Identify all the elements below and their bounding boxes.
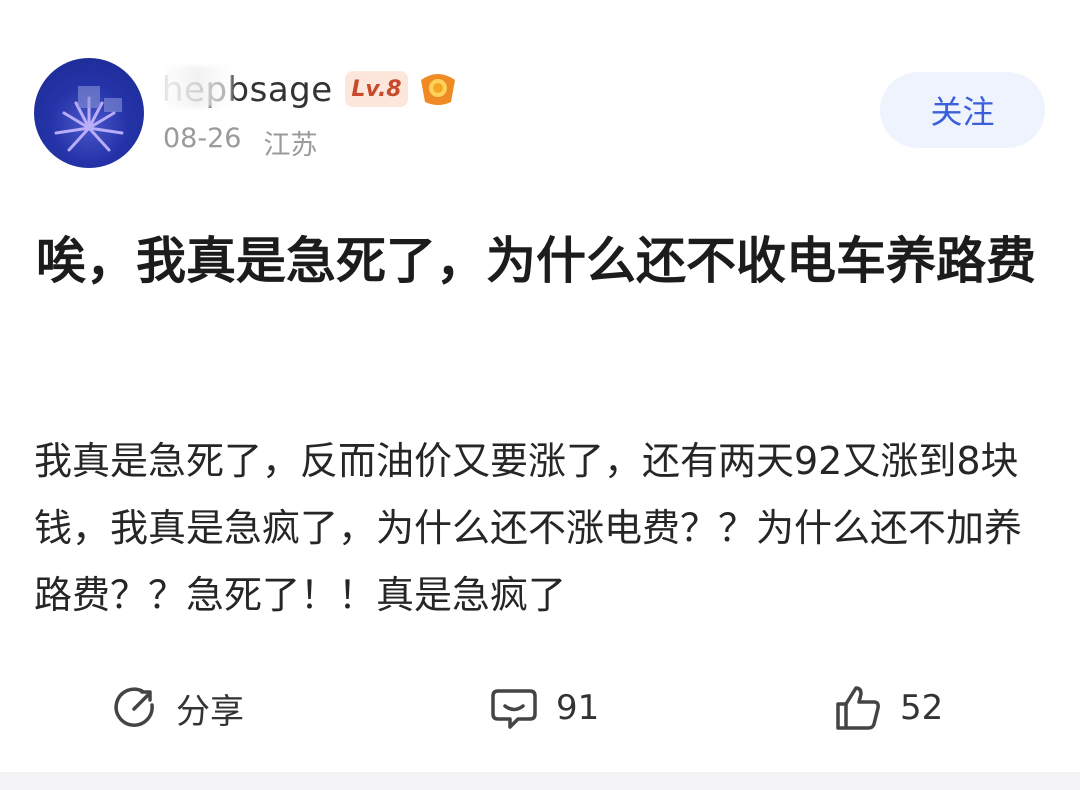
name-redaction	[162, 66, 232, 108]
avatar[interactable]	[34, 58, 144, 168]
level-badge: Lv.8	[345, 71, 408, 107]
bottom-divider	[0, 772, 1080, 790]
post-body: 我真是急死了，反而油价又要涨了，还有两天92又涨到8块钱，我真是急疯了，为什么还…	[34, 439, 1023, 617]
comment-button[interactable]: 91	[490, 676, 599, 740]
thumbs-up-icon	[836, 686, 880, 730]
post-date: 08-26	[163, 123, 242, 154]
medal-icon	[417, 70, 459, 112]
post-meta: 08-26 江苏	[163, 123, 317, 162]
action-bar: 分享 91 52	[0, 676, 1080, 740]
share-button[interactable]: 分享	[112, 676, 244, 740]
like-button[interactable]: 52	[834, 676, 943, 740]
like-count: 52	[900, 688, 944, 728]
firework-icon	[54, 86, 124, 152]
share-label: 分享	[176, 691, 244, 732]
share-icon	[114, 687, 154, 727]
comment-icon	[491, 689, 537, 729]
follow-button[interactable]: 关注	[880, 72, 1045, 148]
post-location: 江苏	[263, 130, 318, 161]
comment-count: 91	[556, 688, 600, 728]
post-title: 唉，我真是急死了，为什么还不收电车养路费	[36, 232, 1036, 290]
